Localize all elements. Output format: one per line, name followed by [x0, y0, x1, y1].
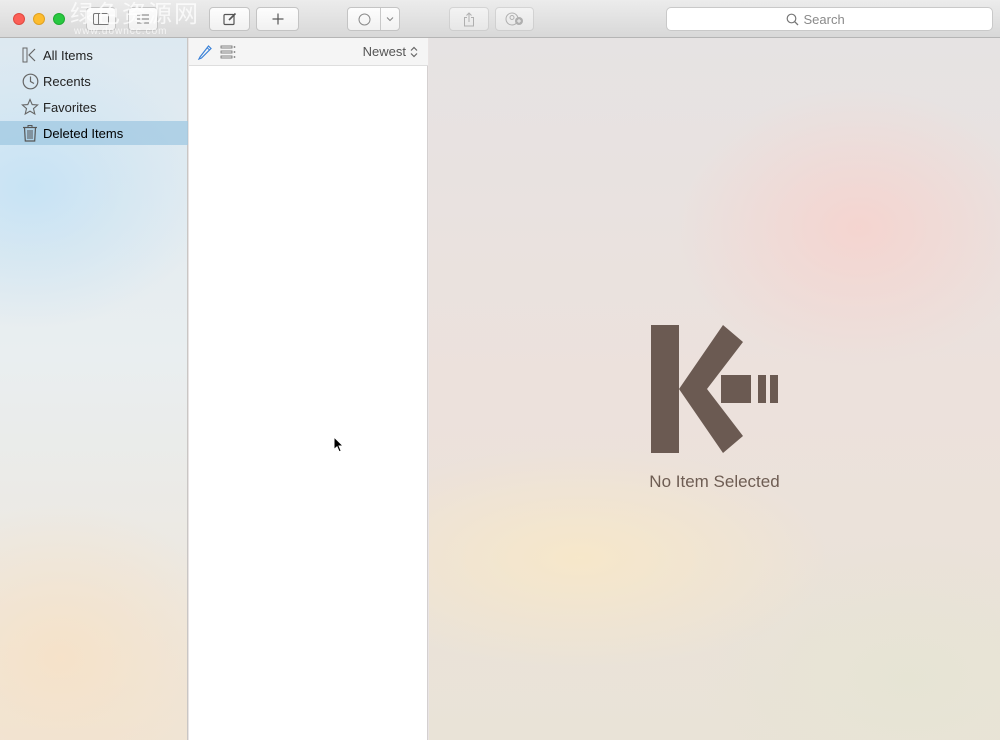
item-list: Newest	[189, 38, 428, 740]
empty-state-label: No Item Selected	[649, 472, 780, 491]
sidebar-item-label: Deleted Items	[43, 125, 124, 141]
sidebar-item-recents[interactable]: Recents	[0, 69, 188, 93]
view-toggle-button[interactable]	[128, 7, 158, 31]
list-view-icon	[137, 14, 149, 24]
window-minimize-button[interactable]	[33, 13, 45, 25]
share-users-button[interactable]	[495, 7, 534, 31]
star-icon	[21, 98, 39, 116]
sidebar-item-all-items[interactable]: All Items	[0, 43, 188, 67]
toolbar: 绿色资源网 www.downcc.com	[0, 0, 1000, 38]
sort-menu[interactable]: Newest	[363, 44, 418, 59]
edit-icon[interactable]	[197, 44, 213, 63]
app-logo-icon	[651, 325, 778, 453]
sidebar-icon	[93, 13, 109, 25]
all-items-icon	[21, 46, 39, 64]
compose-icon	[222, 12, 236, 26]
sidebar-item-favorites[interactable]: Favorites	[0, 95, 188, 119]
detail-pane: No Item Selected	[429, 38, 1000, 740]
add-item-button[interactable]	[256, 7, 299, 31]
trash-icon	[21, 124, 39, 142]
sidebar-item-label: All Items	[43, 47, 93, 63]
window-zoom-button[interactable]	[53, 13, 65, 25]
share-button[interactable]	[449, 7, 489, 31]
search-input[interactable]	[803, 11, 874, 27]
sidebar-item-label: Favorites	[43, 99, 97, 115]
user-add-icon	[505, 12, 523, 26]
list-header: Newest	[189, 38, 428, 66]
tag-menu-button[interactable]	[347, 7, 400, 31]
sidebar: All Items Recents Favorites Deleted Item…	[0, 38, 188, 740]
sidebar-toggle-button[interactable]	[86, 7, 116, 31]
density-icon[interactable]	[220, 45, 236, 62]
window-close-button[interactable]	[13, 13, 25, 25]
chevron-updown-icon	[410, 46, 418, 57]
search-icon	[786, 13, 798, 25]
mouse-cursor-icon	[333, 436, 345, 453]
chevron-down-icon	[386, 17, 394, 22]
circle-icon	[358, 13, 370, 25]
sort-label: Newest	[362, 44, 406, 59]
sidebar-item-label: Recents	[43, 73, 91, 89]
search-field[interactable]	[666, 7, 993, 31]
share-icon	[464, 11, 474, 26]
compose-button[interactable]	[209, 7, 250, 31]
clock-icon	[21, 72, 39, 90]
plus-icon	[272, 13, 283, 25]
sidebar-item-deleted-items[interactable]: Deleted Items	[0, 121, 188, 145]
